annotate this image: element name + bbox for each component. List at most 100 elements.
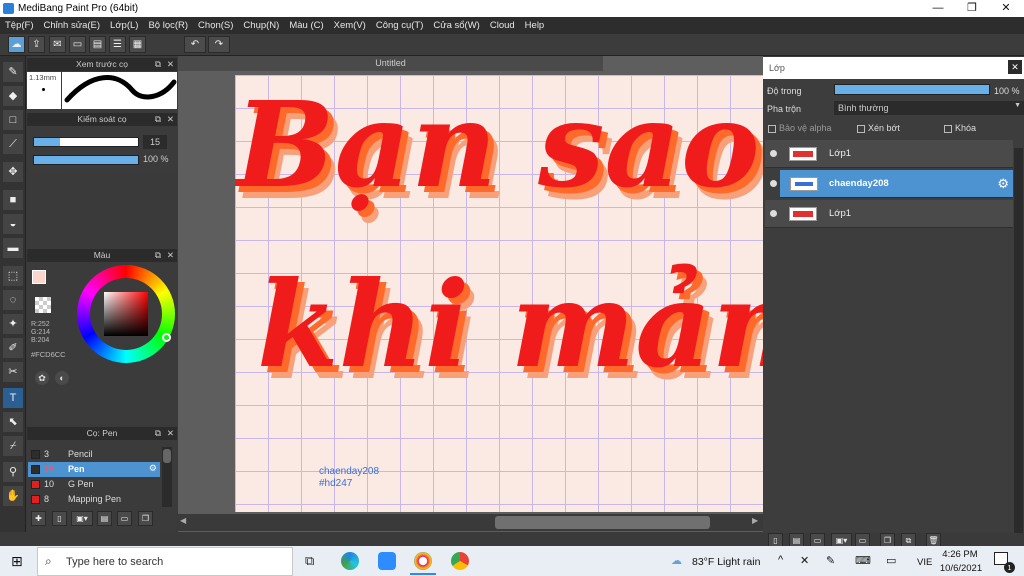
saturation-square[interactable] [104,292,148,336]
popout-icon[interactable]: ⧉ [155,427,161,440]
gear-icon[interactable]: ⚙ [149,463,157,474]
magic-wand-icon[interactable]: ✦ [3,314,23,334]
brush-item[interactable]: 8 Mapping Pen [28,492,160,507]
new-brush-icon[interactable]: ▯ [52,511,67,526]
transparent-swatch[interactable] [35,297,51,313]
hue-handle[interactable] [162,333,171,342]
task-view-icon[interactable]: ⧉ [305,553,314,569]
brush-item[interactable]: 3 Pencil [28,447,160,462]
minimize-button[interactable]: — [921,0,955,17]
pen-icon[interactable]: ✎ [826,554,835,567]
layer-opacity-slider[interactable] [834,84,990,95]
grid-icon[interactable]: ▦ [129,36,146,53]
select-pen-icon[interactable]: ✐ [3,338,23,358]
blend-mode-select[interactable]: Bình thường ▼ [834,101,1024,115]
brush-opacity-slider[interactable] [33,155,139,165]
dot-icon[interactable]: □ [3,110,23,130]
line-icon[interactable]: ⟋ [3,134,23,154]
scroll-right-icon[interactable]: ▶ [752,516,758,525]
share-icon[interactable]: ⇪ [28,36,45,53]
chrome-icon[interactable] [451,552,469,570]
brush-list-scrollbar[interactable] [162,447,172,507]
menu-color[interactable]: Màu (C) [284,17,328,34]
menu-filter[interactable]: Bộ lọc(R) [143,17,193,34]
brush-item[interactable]: 10 G Pen [28,477,160,492]
document-icon[interactable]: ▤ [89,36,106,53]
close-icon[interactable]: ✕ [167,113,174,126]
gear-icon[interactable]: ⚙ [997,176,1009,192]
move-icon[interactable]: ✥ [3,162,23,182]
menu-snap[interactable]: Chụp(N) [238,17,284,34]
menu-select[interactable]: Chọn(S) [193,17,238,34]
comment-icon[interactable]: ✉ [49,36,66,53]
close-icon[interactable]: ✕ [167,249,174,262]
menu-help[interactable]: Help [520,17,550,34]
visibility-icon[interactable] [770,180,777,187]
menu-file[interactable]: Tệp(F) [0,17,39,34]
weather-text[interactable]: 83°F Light rain [692,556,760,568]
taskbar-search[interactable]: ⌕ Type here to search [37,547,293,576]
popout-icon[interactable]: ⧉ [155,58,161,71]
menu-tools[interactable]: Công cụ(T) [371,17,429,34]
layer-row-selected[interactable]: chaenday208 ⚙ [770,170,1013,198]
brush-size-value[interactable]: 15 [143,135,167,149]
eraser-icon[interactable]: ◆ [3,86,23,106]
popout-icon[interactable]: ⧉ [155,113,161,126]
layer-row[interactable]: Lớp1 [765,140,1013,168]
close-button[interactable]: ✕ [989,0,1023,17]
folder-icon[interactable]: ▭ [117,511,132,526]
duplicate-icon[interactable]: ❐ [138,511,153,526]
fill-rect-icon[interactable]: ■ [3,190,23,210]
eyedropper-icon[interactable]: ⚲ [3,462,23,482]
lock-checkbox[interactable]: Khóa [944,123,976,133]
select-icon[interactable]: ⬚ [3,266,23,286]
foreground-color-swatch[interactable] [32,270,46,284]
close-icon[interactable]: ✕ [167,58,174,71]
bucket-icon[interactable]: ◒ [3,214,23,234]
close-icon[interactable]: ✕ [1008,60,1022,74]
menu-cloud[interactable]: Cloud [485,17,520,34]
keyboard-icon[interactable]: ⌨ [855,554,871,567]
clipping-checkbox[interactable]: Xén bớt [857,123,900,133]
brush-settings-icon[interactable]: ▤ [97,511,112,526]
list-icon[interactable]: ☰ [109,36,126,53]
maximize-button[interactable]: ❐ [955,0,989,17]
clock-date[interactable]: 10/6/2021 [938,563,984,574]
brush-icon[interactable]: ✎ [3,62,23,82]
divide-icon[interactable]: ⌿ [3,436,23,456]
brush-size-slider[interactable] [33,137,139,147]
chevron-up-icon[interactable]: ^ [778,554,783,566]
close-icon[interactable]: ✕ [167,427,174,440]
color-history-icon[interactable]: ◐ [55,371,69,385]
edge-icon[interactable] [341,552,359,570]
menu-layer[interactable]: Lớp(L) [105,17,143,34]
text-icon[interactable]: T [3,388,23,408]
palette-icon[interactable]: ✿ [35,371,49,385]
menu-edit[interactable]: Chỉnh sửa(E) [39,17,106,34]
operation-icon[interactable]: ⬉ [3,412,23,432]
add-menu-icon[interactable]: ▣▾ [71,511,93,526]
menu-view[interactable]: Xem(V) [329,17,371,34]
windows-start-icon[interactable]: ⊞ [11,553,23,570]
scroll-left-icon[interactable]: ◀ [180,516,186,525]
undo-button[interactable]: ↶ [184,36,206,53]
panel-icon[interactable]: ▭ [69,36,86,53]
menu-window[interactable]: Cửa sổ(W) [428,17,484,34]
hand-icon[interactable]: ✋ [3,486,23,506]
gradient-icon[interactable]: ▬ [3,238,23,258]
zoom-icon[interactable] [378,552,396,570]
layer-scrollbar[interactable] [1014,148,1023,533]
visibility-icon[interactable] [770,210,777,217]
cloud-icon[interactable]: ☁ [8,36,25,53]
canvas-paper[interactable]: Bạn sao l khi mảng chaenday208 #hd247 [235,75,763,512]
medibang-icon[interactable] [414,552,432,570]
lasso-icon[interactable]: ◌ [3,290,23,310]
canvas-tab[interactable]: Untitled [178,56,603,71]
scrollbar-thumb[interactable] [495,516,710,529]
layer-row[interactable]: Lớp1 [765,200,1013,228]
select-eraser-icon[interactable]: ✂ [3,362,23,382]
redo-button[interactable]: ↷ [208,36,230,53]
visibility-icon[interactable] [770,150,777,157]
speaker-muted-icon[interactable]: ✕ [800,554,809,567]
add-brush-icon[interactable]: ✚ [31,511,46,526]
